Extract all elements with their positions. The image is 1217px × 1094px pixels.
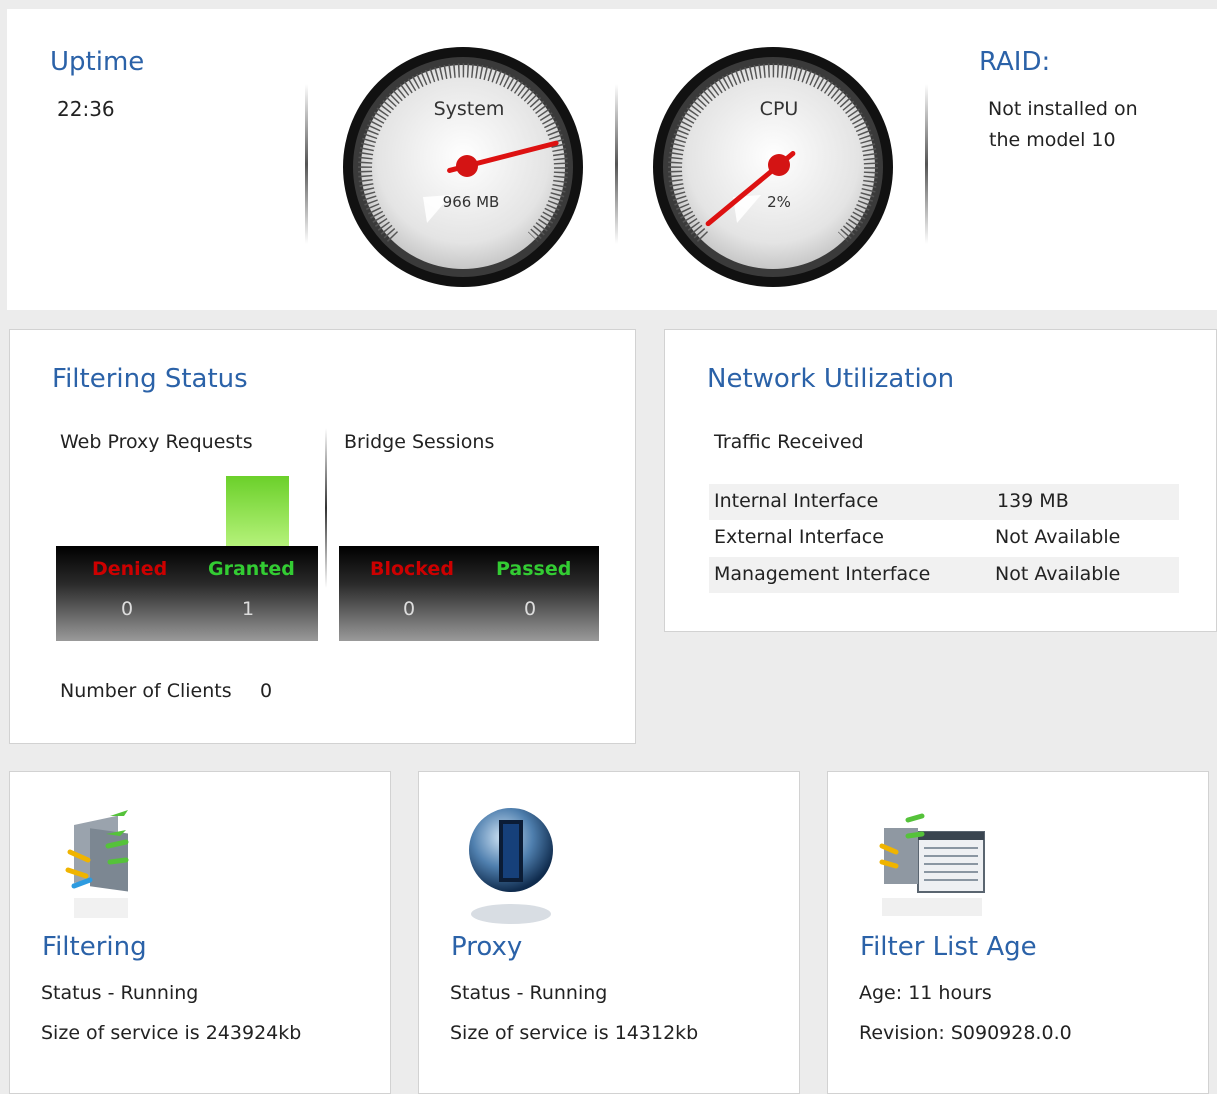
network-utilization-panel: Network Utilization Traffic Received Int… [664,329,1217,632]
network-utilization-title: Network Utilization [707,364,955,394]
filter-list-age-card: Filter List Age Age: 11 hours Revision: … [827,771,1209,1094]
raid-title: RAID: [979,47,1051,77]
filtering-service-title: Filtering [42,932,147,962]
network-row-management: Management Interface Not Available [709,557,1179,593]
blocked-count: 0 [403,598,416,620]
cpu-gauge-hub [768,154,790,176]
filter-list-icon [878,806,988,926]
divider [615,84,618,244]
uptime-value: 22:36 [57,97,115,121]
traffic-received-label: Traffic Received [714,431,864,453]
proxy-service-size: Size of service is 14312kb [450,1022,699,1044]
filter-list-age-value: Age: 11 hours [859,982,992,1004]
cpu-gauge: CPU 2% [651,45,895,289]
filtering-service-status: Status - Running [41,982,199,1004]
filtering-status-title: Filtering Status [52,364,248,394]
network-row-internal: Internal Interface 139 MB [709,484,1179,520]
passed-count: 0 [524,598,537,620]
filter-list-revision: Revision: S090928.0.0 [859,1022,1072,1044]
system-gauge-hub [456,155,478,177]
network-row-external: External Interface Not Available [709,520,1179,556]
proxy-service-card: Proxy Status - Running Size of service i… [418,771,800,1094]
web-proxy-counter-box: Denied Granted 0 1 [56,546,318,641]
blocked-label: Blocked [370,558,454,580]
interface-value: Not Available [995,563,1121,585]
system-overview-panel: Uptime 22:36 System 966 MB CPU 2% RAID: … [7,9,1217,310]
denied-label: Denied [92,558,168,580]
proxy-service-status: Status - Running [450,982,608,1004]
raid-status-line1: Not installed on [988,98,1138,120]
granted-label: Granted [208,558,295,580]
number-of-clients-label: Number of Clients [60,680,232,702]
web-proxy-requests-label: Web Proxy Requests [60,431,253,453]
divider [325,428,327,588]
bridge-sessions-label: Bridge Sessions [344,431,495,453]
interface-name: Internal Interface [714,490,879,512]
divider [925,84,928,244]
filtering-service-size: Size of service is 243924kb [41,1022,302,1044]
raid-status-line2: the model 10 [989,129,1116,151]
interface-value: 139 MB [997,490,1069,512]
system-memory-gauge: System 966 MB [341,45,585,289]
filtering-service-card: Filtering Status - Running Size of servi… [9,771,391,1094]
system-gauge-readout: 966 MB [443,193,500,211]
interface-name: Management Interface [714,563,931,585]
filtering-status-panel: Filtering Status Web Proxy Requests Brid… [9,329,636,744]
filtering-icon [60,806,150,926]
denied-count: 0 [121,598,134,620]
cpu-gauge-label: CPU [760,98,799,120]
filter-list-age-title: Filter List Age [860,932,1037,962]
passed-label: Passed [496,558,572,580]
uptime-title: Uptime [50,47,145,77]
system-gauge-label: System [434,98,505,120]
interface-value: Not Available [995,526,1121,548]
granted-count: 1 [242,598,255,620]
proxy-service-title: Proxy [451,932,523,962]
interface-name: External Interface [714,526,884,548]
granted-requests-bar [226,476,289,546]
proxy-globe-icon [469,806,559,926]
divider [305,84,308,244]
bridge-counter-box: Blocked Passed 0 0 [339,546,599,641]
cpu-gauge-readout: 2% [767,193,791,211]
number-of-clients-value: 0 [260,680,273,702]
